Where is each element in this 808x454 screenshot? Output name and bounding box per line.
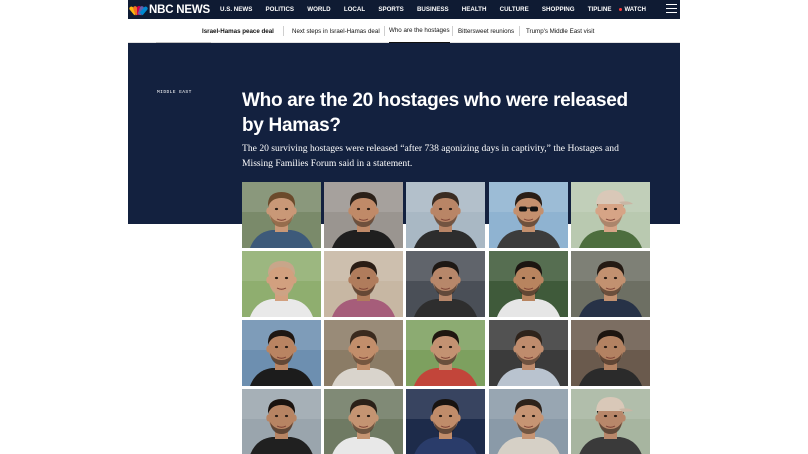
subnav-link-trumps-middle-east-visit[interactable]: Trump's Middle East visit [526,19,594,43]
brand-name: NBC NEWS [149,3,211,16]
nav-link-sports[interactable]: SPORTS [378,6,403,13]
hostage-photo[interactable] [324,389,403,454]
portrait-image [571,182,650,248]
portrait-image [489,182,568,248]
hostage-photo[interactable] [571,320,650,386]
nav-link-us-news[interactable]: U.S. NEWS [220,6,252,13]
hostage-photo[interactable] [571,182,650,248]
hostage-photo[interactable] [489,320,568,386]
hostage-photo[interactable] [324,320,403,386]
portrait-image [489,389,568,454]
portrait-image [324,182,403,248]
hostage-photo[interactable] [571,389,650,454]
nav-link-culture[interactable]: CULTURE [500,6,529,13]
hostage-photo[interactable] [324,182,403,248]
article-dek: The 20 surviving hostages were released … [242,141,660,171]
nav-link-politics[interactable]: POLITICS [266,6,295,13]
portrait-image [489,251,568,317]
portrait-image [406,389,485,454]
nav-link-local[interactable]: LOCAL [344,6,365,13]
subnav-link-who-are-the-hostages[interactable]: Who are the hostages [389,19,450,43]
hamburger-menu-icon[interactable] [666,4,677,14]
nav-link-tipline[interactable]: TIPLINE [588,6,612,13]
hostage-photo[interactable] [406,320,485,386]
page: NBC NEWS U.S. NEWS POLITICS WORLD LOCAL … [0,0,808,454]
nav-link-world[interactable]: WORLD [307,6,330,13]
portrait-image [242,389,321,454]
hostage-photo[interactable] [406,389,485,454]
portrait-image [242,182,321,248]
hostage-photo[interactable] [489,251,568,317]
subnav-link-next-steps[interactable]: Next steps in Israel-Hamas deal [292,19,380,43]
portrait-image [242,251,321,317]
section-label[interactable]: MIDDLE EAST [157,90,192,95]
section-links: U.S. NEWS POLITICS WORLD LOCAL SPORTS BU… [220,6,625,13]
subnav-divider [519,26,520,36]
hostage-photo[interactable] [406,251,485,317]
headline-line-2: by Hamas? [242,115,341,136]
hostage-photo-grid [242,182,652,454]
nav-link-health[interactable]: HEALTH [462,6,487,13]
watch-button[interactable]: WATCH [619,0,646,19]
nav-link-shopping[interactable]: SHOPPING [542,6,575,13]
subnav-divider [283,26,284,36]
hostage-photo[interactable] [242,389,321,454]
portrait-image [324,251,403,317]
top-navigation: NBC NEWS U.S. NEWS POLITICS WORLD LOCAL … [128,0,680,19]
dek-line-1: The 20 surviving hostages were released … [242,143,619,154]
portrait-image [406,320,485,386]
portrait-image [406,251,485,317]
portrait-image [324,320,403,386]
subnav-divider [384,26,385,36]
portrait-image [489,320,568,386]
portrait-image [571,320,650,386]
subnav-link-bittersweet-reunions[interactable]: Bittersweet reunions [458,19,514,43]
hostage-photo[interactable] [406,182,485,248]
subnav-divider [452,26,453,36]
hostage-photo[interactable] [242,182,321,248]
article-headline: Who are the 20 hostages who were release… [242,88,662,138]
hostage-photo[interactable] [242,251,321,317]
hostage-photo[interactable] [489,389,568,454]
portrait-image [406,182,485,248]
headline-line-1: Who are the 20 hostages who were release… [242,90,628,111]
nav-link-business[interactable]: BUSINESS [417,6,449,13]
nbc-news-logo[interactable]: NBC NEWS [128,0,211,19]
topic-title[interactable]: Israel-Hamas peace deal [202,19,274,43]
peacock-icon [128,5,148,15]
topic-navigation: Israel-Hamas peace deal Next steps in Is… [128,19,680,43]
watch-label: WATCH [624,6,646,13]
portrait-image [242,320,321,386]
portrait-image [571,389,650,454]
live-dot-icon [619,8,623,11]
portrait-image [571,251,650,317]
portrait-image [324,389,403,454]
hostage-photo[interactable] [324,251,403,317]
hostage-photo[interactable] [242,320,321,386]
dek-line-2: Missing Families Forum said in a stateme… [242,158,413,169]
hostage-photo[interactable] [571,251,650,317]
hostage-photo[interactable] [489,182,568,248]
